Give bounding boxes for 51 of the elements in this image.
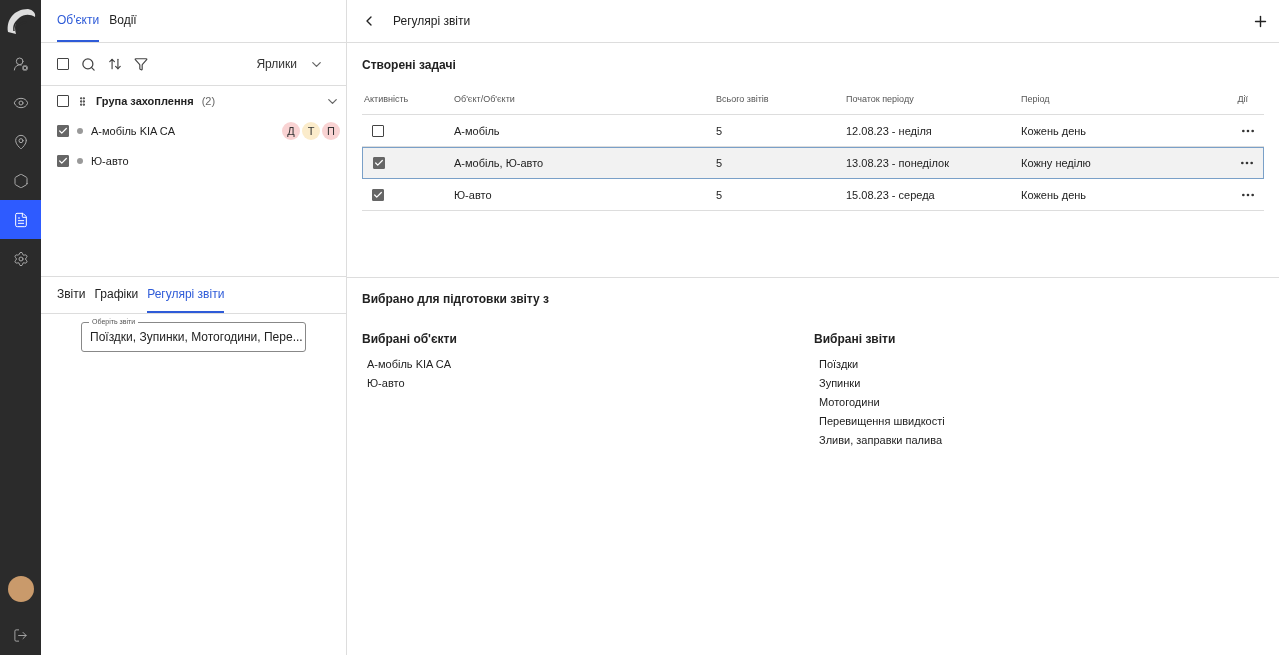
tab[interactable]: Об'єкти	[57, 0, 100, 42]
list-item: Зупинки	[818, 377, 862, 391]
status-dot	[77, 158, 83, 164]
map-pin-icon	[12, 133, 29, 150]
column-title: Вибрані звіти	[814, 332, 897, 346]
labels-dropdown[interactable]: Ярлики	[250, 55, 330, 73]
checkbox[interactable]	[372, 189, 384, 201]
table-cell: Кожну неділю	[1019, 147, 1219, 179]
checkbox[interactable]	[373, 157, 385, 169]
tag: Д	[282, 122, 300, 140]
object-name: Ю-авто	[91, 155, 129, 167]
tag: Т	[302, 122, 320, 140]
group-count: (2)	[201, 95, 216, 107]
checkbox[interactable]	[372, 125, 384, 137]
section-title: Створені задачі	[362, 57, 457, 74]
list-item: Мотогодини	[818, 396, 881, 410]
object-name: А-мобіль KIA CA	[91, 125, 176, 137]
logout-icon	[13, 628, 28, 643]
list-item: Ю-авто	[366, 377, 406, 391]
list-item: Зливи, заправки палива	[818, 434, 943, 448]
checkbox[interactable]	[57, 95, 69, 107]
sort-icon[interactable]	[108, 57, 122, 71]
group-name: Група захоплення	[96, 95, 194, 107]
list-item: Поїздки	[818, 358, 860, 372]
tab[interactable]: Графіки	[94, 277, 139, 313]
document-icon	[12, 211, 29, 228]
page-title: Регулярі звіти	[393, 14, 471, 28]
table-cell: 13.08.23 - понеділок	[844, 147, 1019, 179]
status-dot	[77, 128, 83, 134]
checkbox[interactable]	[57, 125, 69, 137]
hexagon-icon	[12, 172, 29, 189]
tab[interactable]: Звіти	[57, 277, 86, 313]
list-item: А-мобіль KIA CA	[366, 358, 453, 372]
column-title: Вибрані об'єкти	[362, 332, 458, 346]
user-icon	[12, 55, 29, 72]
tab[interactable]: Водії	[109, 0, 137, 42]
checkbox[interactable]	[57, 58, 69, 70]
table-cell: А-мобіль, Ю-авто	[452, 147, 714, 179]
checkbox[interactable]	[57, 155, 69, 167]
tag: П	[322, 122, 340, 140]
settings-icon	[12, 250, 29, 267]
section-title: Вибрано для підготовки звіту з	[362, 292, 550, 306]
tab[interactable]: Регулярі звіти	[147, 277, 225, 313]
select-value: Поїздки, Зупинки, Мотогодини, Пере...	[90, 330, 303, 344]
table-cell: 5	[714, 147, 844, 179]
filter-icon[interactable]	[134, 57, 148, 71]
grip-icon	[77, 95, 88, 107]
avatar[interactable]	[7, 576, 34, 602]
list-item: Перевищення швидкості	[818, 415, 946, 429]
nav-button[interactable]	[0, 200, 41, 239]
search-icon[interactable]	[81, 56, 96, 72]
